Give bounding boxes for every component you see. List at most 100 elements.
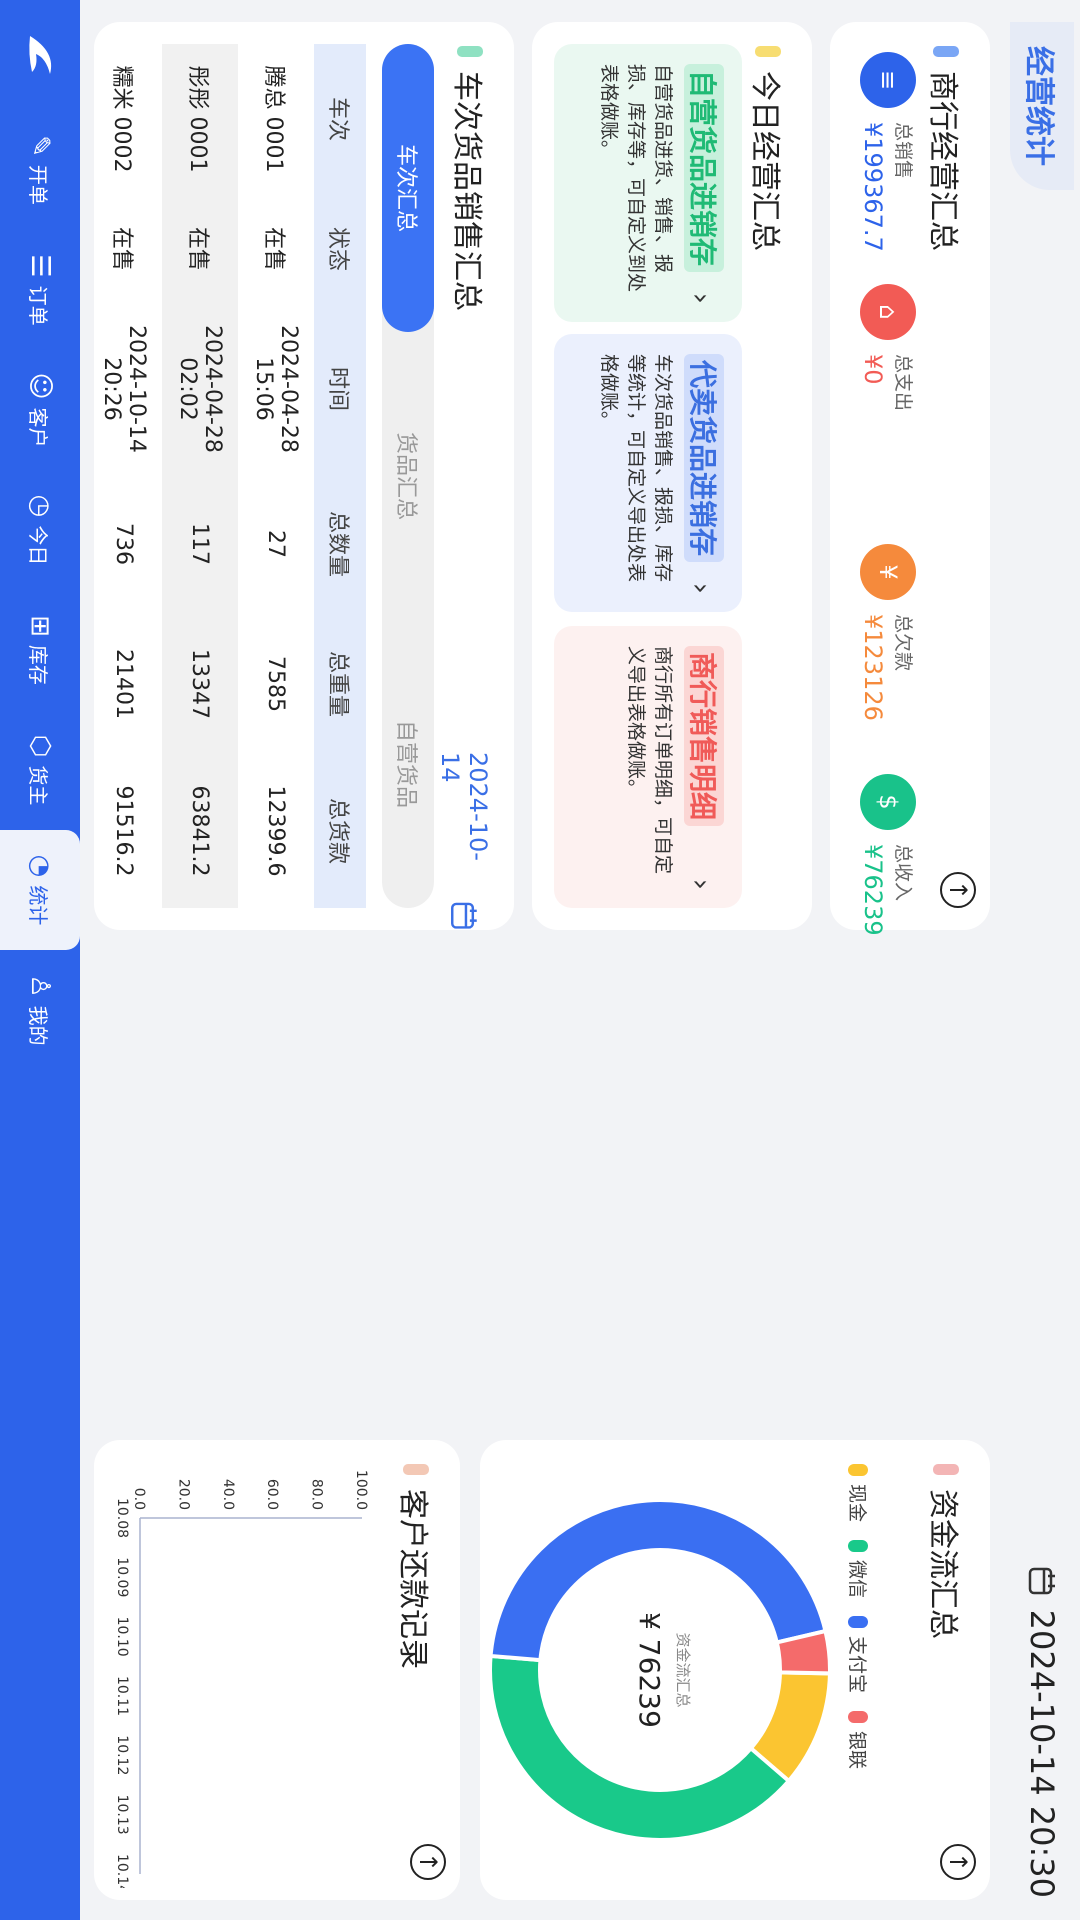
table-cell: 91516.2 [111, 785, 137, 877]
title-bar [933, 46, 959, 57]
table-cell: 在售 [162, 194, 238, 304]
nav-label: 库存 [26, 644, 51, 685]
debt-icon: ¥ [860, 544, 917, 600]
title-bar [457, 46, 483, 57]
datetime-display[interactable]: 2024-10-14 20:30 [1023, 1566, 1061, 1898]
today-card: 今日经营汇总 自营货品进销存 自营货品进货、销售、报损、库存等，可自定义到处表格… [532, 22, 812, 930]
table-cell: 腾总 0001 [261, 65, 286, 173]
chevron-right-icon: › [685, 582, 718, 594]
funds-legend: 现金 微信 支付宝 银联 [845, 1464, 872, 1769]
nav-customer[interactable]: ☺ 客户 [0, 350, 80, 470]
self-goods-card[interactable]: 自营货品进销存 自营货品进货、销售、报损、库存等，可自定义到处表格做账。 › [554, 44, 742, 322]
funds-donut-chart: 资金流汇总 ¥ 76239 [488, 1498, 833, 1842]
money-bag-icon: $ [860, 774, 917, 830]
legend-item: 支付宝 [845, 1616, 872, 1693]
collapse-arrow-icon[interactable]: ↑ [940, 872, 976, 908]
tab-1[interactable]: 货品汇总 [382, 332, 434, 620]
donut-center-label: 资金流汇总 [674, 1632, 692, 1707]
tab-0[interactable]: 车次汇总 [382, 44, 434, 332]
inventory-icon: ⊞ [25, 615, 55, 637]
table-cell: 12399.6 [263, 785, 289, 877]
nav-owner[interactable]: ⬡ 货主 [0, 710, 80, 830]
title-bar [403, 1464, 429, 1475]
nav-label: 开单 [26, 164, 51, 205]
y-tick-label: 80.0 [309, 1479, 325, 1510]
y-tick-label: 60.0 [264, 1479, 280, 1510]
collapse-arrow-icon[interactable]: ↑ [940, 1844, 976, 1880]
bottom-nav: ✎ 开单 ☰ 订单 ☺ 客户 ◷ 今日 ⊞ 库存 ⬡ 货主 ◔ 统计 ♙ 我的 [0, 0, 80, 1920]
table-cell: 736 [111, 523, 137, 565]
column-header: 总数量 [314, 474, 366, 614]
x-tick-label: 10.14 [114, 1854, 130, 1888]
legend-item: 现金 [845, 1464, 872, 1522]
column-header: 状态 [314, 194, 366, 304]
owner-icon: ⬡ [25, 734, 55, 758]
funds-card: 资金流汇总 ↑ 现金 微信 支付宝 银联 资金流汇总 ¥ 76239 [480, 1440, 990, 1900]
nav-label: 统计 [26, 885, 51, 926]
nav-label: 我的 [26, 1005, 51, 1046]
collapse-arrow-icon[interactable]: ↑ [410, 1844, 446, 1880]
repay-card: 客户还款记录 ↑ 100.0 80.0 60.0 40.0 20.0 0.0 10.08 10… [94, 1440, 460, 1900]
customer-icon: ☺ [25, 372, 55, 400]
table-cell: 2024-04-28 15:06 [251, 325, 301, 453]
table-cell: 糯米 0002 [109, 65, 134, 173]
nav-inventory[interactable]: ⊞ 库存 [0, 590, 80, 710]
table-cell: 2024-04-28 02:02 [162, 304, 238, 474]
column-header: 总重量 [314, 614, 366, 754]
column-header: 时间 [314, 304, 366, 474]
today-title: 今日经营汇总 [746, 46, 790, 251]
page-title: 经营统计 [1010, 22, 1074, 190]
metric-total-debt: ¥ 总欠款 ¥123126 [859, 544, 918, 721]
metric-total-expense: ⌂ 总支出 ¥0 [859, 284, 918, 411]
nav-stats[interactable]: ◔ 统计 [0, 830, 80, 950]
nav-order-create[interactable]: ✎ 开单 [0, 110, 80, 230]
coins-icon: ≡ [860, 52, 917, 108]
tab-2[interactable]: 自营货品 [382, 620, 434, 908]
nav-today[interactable]: ◷ 今日 [0, 470, 80, 590]
app-stage: 经营统计 2024-10-14 20:30 商行经营汇总 ↑ ≡ 总销售 ¥199… [0, 0, 1080, 1920]
date-picker[interactable]: 2024-10-14 [436, 752, 492, 930]
title-bar [755, 46, 781, 57]
metric-total-sales: ≡ 总销售 ¥199367.7 [859, 52, 918, 252]
y-tick-label: 40.0 [220, 1479, 236, 1510]
chevron-right-icon: › [685, 292, 718, 304]
table-cell: 7585 [263, 656, 289, 712]
column-header: 车次 [314, 44, 366, 194]
x-tick-label: 10.13 [114, 1795, 130, 1835]
sales-table: 车次 状态 时间 总数量 总重量 总货款 腾总 0001 在售 2024-04-28 15:06… [94, 44, 366, 908]
nav-orders[interactable]: ☰ 订单 [0, 230, 80, 350]
table-cell: 在售 [109, 226, 134, 271]
funds-title: 资金流汇总 [924, 1464, 968, 1639]
x-tick-label: 10.11 [114, 1676, 130, 1716]
repay-line-chart: 100.0 80.0 60.0 40.0 20.0 0.010.08 10.09 10.10 1… [114, 1470, 369, 1888]
chevron-right-icon: › [685, 878, 718, 890]
expense-icon: ⌂ [860, 284, 917, 340]
order-create-icon: ✎ [25, 135, 55, 157]
sales-summary-card: 车次货品销售汇总 2024-10-14 车次汇总 货品汇总 自营货品 车次 状态 时间 总数… [94, 22, 514, 930]
table-cell: 63841.2 [162, 754, 238, 908]
title-bar [933, 1464, 959, 1475]
summary-card: 商行经营汇总 ↑ ≡ 总销售 ¥199367.7 ⌂ 总支出 ¥0 ¥ 总欠款 ¥12… [830, 22, 990, 936]
header: 经营统计 2024-10-14 20:30 [1004, 0, 1080, 1920]
table-row[interactable]: 腾总 0001 在售 2024-04-28 15:06 27 7585 12399.6 [238, 44, 314, 908]
column-header: 总货款 [314, 754, 366, 908]
x-tick-label: 10.09 [114, 1557, 130, 1597]
x-tick-label: 10.08 [114, 1498, 130, 1538]
legend-item: 微信 [845, 1540, 872, 1598]
today-icon: ◷ [25, 494, 55, 518]
x-tick-label: 10.10 [114, 1617, 130, 1657]
donut-center-value: ¥ 76239 [633, 1612, 666, 1728]
metric-total-income: $ 总收入 ¥76239 [859, 774, 918, 936]
table-cell: 21401 [111, 649, 137, 719]
nav-profile[interactable]: ♙ 我的 [0, 950, 80, 1070]
summary-title: 商行经营汇总 [924, 46, 968, 251]
table-cell: 27 [263, 530, 289, 558]
table-row[interactable]: 糯米 0002 在售 2024-10-14 20:26 736 21401 91516.2 [94, 44, 162, 908]
orders-icon: ☰ [25, 254, 55, 278]
table-cell: 2024-10-14 20:26 [99, 325, 149, 453]
sales-detail-card[interactable]: 商行销售明细 商行所有订单明细，可自定义导出表格做账。 › [554, 626, 742, 908]
consign-goods-card[interactable]: 代卖货品进销存 车次货品销售、报损、库存等统计，可自定义导出处表格做账。 › [554, 334, 742, 612]
y-tick-label: 100.0 [353, 1470, 369, 1510]
table-row[interactable]: 彤彤 0001 在售 2024-04-28 02:02 117 13347 63841.2 [162, 44, 238, 908]
profile-icon: ♙ [25, 974, 55, 998]
